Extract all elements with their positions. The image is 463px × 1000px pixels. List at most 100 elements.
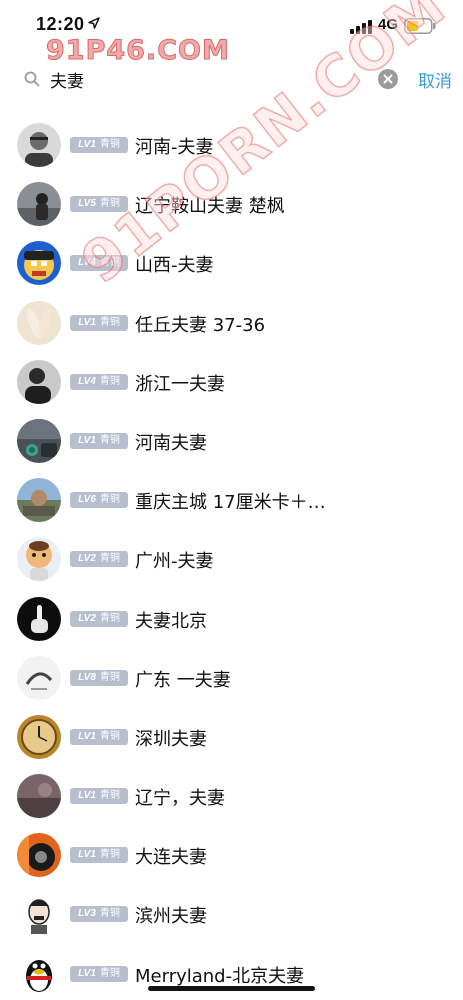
item-name: 广东 一夫妻 (135, 669, 231, 691)
item-name: 深圳夫妻 (135, 728, 207, 750)
badge-level: LV3 (78, 908, 96, 920)
list-item[interactable]: LV8 青铜 广东 一夫妻 (0, 648, 463, 707)
list-item[interactable]: LV1 青铜 任丘夫妻 37-36 (0, 293, 463, 352)
avatar[interactable] (17, 537, 61, 582)
clear-icon[interactable] (378, 69, 398, 89)
item-name: 广州-夫妻 (135, 551, 214, 573)
badge-level: LV4 (78, 375, 96, 387)
item-name: 滨州夫妻 (135, 906, 207, 928)
badge-level: LV8 (78, 671, 96, 683)
badge-tier: 青铜 (99, 434, 120, 446)
search-input[interactable] (50, 66, 370, 92)
level-badge: LV6 青铜 (70, 492, 128, 509)
avatar[interactable] (17, 418, 61, 463)
badge-level: LV1 (78, 730, 96, 742)
list-item[interactable]: LV3 青铜 滨州夫妻 (0, 884, 463, 943)
list-item[interactable]: LV1 青铜 Merryland-北京夫妻 (0, 944, 463, 1000)
list-item[interactable]: LV2 青铜 夫妻北京 (0, 589, 463, 648)
avatar[interactable] (17, 300, 61, 345)
home-indicator[interactable] (148, 986, 315, 991)
list-item[interactable]: LV6 青铜 重庆主城 17厘米卡＋… (0, 470, 463, 529)
avatar[interactable] (17, 833, 61, 878)
badge-level: LV6 (78, 494, 96, 506)
level-badge: LV4 青铜 (70, 255, 128, 272)
badge-tier: 青铜 (99, 553, 120, 565)
item-name: 山西-夫妻 (135, 255, 214, 277)
avatar[interactable] (17, 123, 61, 167)
network-label: 4G (378, 16, 399, 33)
list-item[interactable]: LV5 青铜 辽宁鞍山夫妻 楚枫 (0, 174, 463, 233)
level-badge: LV1 青铜 (70, 728, 128, 745)
level-badge: LV5 青铜 (70, 196, 128, 213)
badge-tier: 青铜 (99, 967, 120, 979)
level-badge: LV1 青铜 (70, 847, 128, 864)
badge-tier: 青铜 (99, 849, 120, 861)
level-badge: LV1 青铜 (70, 314, 128, 331)
list-item[interactable]: LV1 青铜 河南夫妻 (0, 411, 463, 470)
item-name: 河南夫妻 (135, 432, 207, 454)
item-name: 重庆主城 17厘米卡＋… (135, 492, 326, 514)
badge-level: LV1 (78, 967, 96, 979)
avatar[interactable] (17, 359, 61, 404)
item-name: 任丘夫妻 37-36 (135, 314, 266, 336)
avatar[interactable] (17, 241, 61, 286)
avatar[interactable] (17, 951, 61, 996)
list-item[interactable]: LV1 青铜 河南-夫妻 (0, 115, 463, 174)
badge-tier: 青铜 (99, 257, 120, 269)
search-icon (24, 71, 40, 87)
avatar[interactable] (17, 596, 61, 641)
avatar[interactable] (17, 655, 61, 700)
badge-level: LV1 (78, 434, 96, 446)
screen: 12:20 4G 91P46.COM 91PORN.COM 夫妻 取消 LV1 … (0, 0, 463, 1000)
item-name: 辽宁鞍山夫妻 楚枫 (135, 196, 285, 218)
avatar[interactable] (17, 892, 61, 937)
list-item[interactable]: LV4 青铜 浙江一夫妻 (0, 352, 463, 411)
item-name: 大连夫妻 (135, 847, 207, 869)
badge-level: LV4 (78, 257, 96, 269)
badge-tier: 青铜 (99, 612, 120, 624)
item-name: 辽宁，夫妻 (135, 788, 225, 810)
item-name: 河南-夫妻 (135, 137, 214, 158)
badge-level: LV1 (78, 139, 96, 150)
cancel-button[interactable]: 取消 (418, 67, 452, 92)
cell-signal-icon (350, 20, 372, 34)
level-badge: LV8 青铜 (70, 669, 128, 686)
item-name: 夫妻北京 (135, 610, 207, 632)
badge-level: LV5 (78, 198, 96, 210)
level-badge: LV2 青铜 (70, 610, 128, 627)
status-time: 12:20 (36, 14, 85, 34)
badge-level: LV1 (78, 849, 96, 861)
badge-level: LV2 (78, 553, 96, 565)
level-badge: LV1 青铜 (70, 137, 128, 153)
avatar[interactable] (17, 714, 61, 759)
level-badge: LV1 青铜 (70, 965, 128, 982)
badge-tier: 青铜 (99, 730, 120, 742)
item-name: 浙江一夫妻 (135, 373, 225, 395)
avatar[interactable] (17, 182, 61, 227)
avatar[interactable] (17, 774, 61, 819)
badge-tier: 青铜 (99, 908, 120, 920)
location-arrow-icon (88, 17, 100, 29)
list-item[interactable]: LV1 青铜 深圳夫妻 (0, 707, 463, 766)
badge-level: LV2 (78, 612, 96, 624)
badge-tier: 青铜 (99, 139, 120, 150)
level-badge: LV4 青铜 (70, 373, 128, 390)
list-item[interactable]: LV1 青铜 大连夫妻 (0, 825, 463, 884)
badge-tier: 青铜 (99, 494, 120, 506)
badge-tier: 青铜 (99, 671, 120, 683)
badge-level: LV1 (78, 316, 96, 328)
badge-tier: 青铜 (99, 316, 120, 328)
item-name: Merryland-北京夫妻 (135, 965, 305, 987)
level-badge: LV3 青铜 (70, 906, 128, 923)
avatar[interactable] (17, 478, 61, 523)
level-badge: LV1 青铜 (70, 788, 128, 805)
battery-icon (404, 18, 436, 34)
watermark-logo: 91P46.COM (46, 35, 230, 67)
badge-tier: 青铜 (99, 790, 120, 802)
badge-tier: 青铜 (99, 198, 120, 210)
list-item[interactable]: LV1 青铜 辽宁，夫妻 (0, 766, 463, 825)
list-item[interactable]: LV4 青铜 山西-夫妻 (0, 233, 463, 292)
list-item[interactable]: LV2 青铜 广州-夫妻 (0, 529, 463, 588)
results-list: LV1 青铜 河南-夫妻 LV5 青铜 辽宁鞍山夫妻 楚枫 LV4 青铜 山西-夫妻 … (0, 115, 463, 1000)
badge-tier: 青铜 (99, 375, 120, 387)
